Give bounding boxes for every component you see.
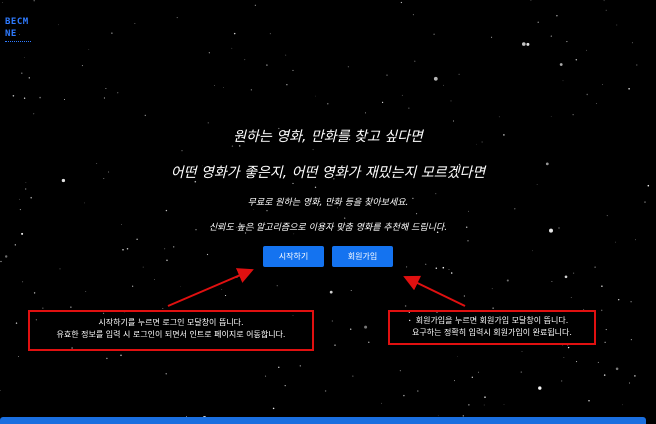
bottom-bar — [0, 417, 646, 424]
starfield-background — [0, 0, 650, 423]
start-annotation-box: 시작하기를 누르면 로그인 모달창이 뜹니다. 유효한 정보를 입력 시 로그인… — [28, 310, 314, 351]
signup-annotation-line2: 요구하는 정확히 입력시 회원가입이 완료됩니다. — [412, 328, 572, 337]
logo-line2: NE — [5, 29, 17, 39]
hero-title-line2: 어떤 영화가 좋은지, 어떤 영화가 재밌는지 모르겠다면 — [170, 165, 486, 181]
hero-title-line1: 원하는 영화, 만화를 찾고 싶다면 — [233, 129, 423, 145]
logo-line1: BECM — [5, 17, 29, 27]
start-annotation-line2: 유효한 정보를 입력 시 로그인이 되면서 인트로 페이지로 이동합니다. — [56, 330, 286, 339]
logo-underline — [5, 41, 31, 42]
hero-subtitle1: 무료로 원하는 영화, 만화 등을 찾아보세요. — [247, 198, 409, 208]
signup-annotation-box: 회원가입을 누르면 회원가입 모달창이 뜹니다. 요구하는 정확히 입력시 회원… — [388, 310, 596, 345]
start-annotation-line1: 시작하기를 누르면 로그인 모달창이 뜹니다. — [98, 318, 244, 327]
signup-annotation-line1: 회원가입을 누르면 회원가입 모달창이 뜹니다. — [415, 316, 569, 325]
signup-button[interactable]: 회원가입 — [332, 246, 393, 267]
start-button[interactable]: 시작하기 — [263, 246, 324, 267]
hero-subtitle2: 신뢰도 높은 알고리즘으로 이용자 맞춤 영화를 추천해 드립니다. — [208, 223, 448, 233]
logo[interactable]: BECM NE — [5, 16, 35, 42]
